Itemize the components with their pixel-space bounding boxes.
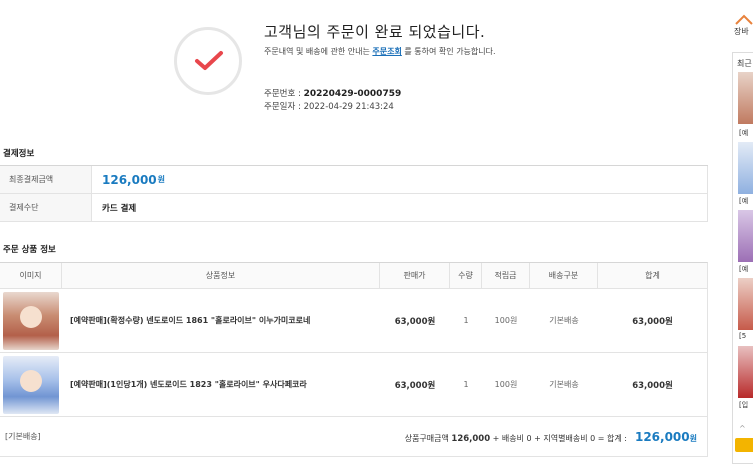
order-complete-check-icon: [174, 27, 242, 95]
product-total: 63,000원: [632, 316, 673, 327]
product-price: 63,000원: [394, 316, 436, 327]
product-thumbnail[interactable]: [3, 355, 59, 414]
recent-product-thumbnail[interactable]: [738, 210, 753, 262]
table-row: [예약판매](확정수량) 넨도로이드 1861 "홀로라이브" 이누가미코로네 …: [0, 289, 707, 353]
header-quantity: 수량: [450, 263, 482, 288]
scroll-up-icon[interactable]: ^: [739, 424, 746, 433]
payment-amount-unit: 원: [157, 175, 166, 184]
recent-product-label[interactable]: [5: [739, 332, 746, 340]
product-points: 100원: [494, 380, 518, 389]
products-section-title: 주문 상품 정보: [3, 245, 56, 255]
header-price: 판매가: [380, 263, 450, 288]
product-thumbnail[interactable]: [3, 291, 59, 350]
grand-total-value: 126,000: [634, 429, 690, 444]
order-notice: 주문내역 및 배송에 관한 안내는 주문조회 를 통하여 확인 가능합니다.: [264, 47, 496, 56]
order-number: 주문번호 : 20220429-0000759: [264, 89, 402, 99]
recent-product-label[interactable]: [입: [739, 400, 748, 410]
products-table-header: 이미지 상품정보 판매가 수량 적립금 배송구분 합계: [0, 263, 707, 289]
order-inquiry-link[interactable]: 주문조회: [372, 47, 401, 56]
product-name-link[interactable]: [예약판매](확정수량) 넨도로이드 1861 "홀로라이브" 이누가미코로네: [62, 289, 380, 352]
products-table-footer: [기본배송] 상품구매금액 126,000 + 배송비 0 + 지역별배송비 0…: [0, 417, 707, 457]
recent-product-label[interactable]: [예: [739, 196, 748, 206]
recent-product-thumbnail[interactable]: [738, 72, 753, 124]
header-total: 합계: [645, 271, 660, 280]
product-shipping: 기본배송: [549, 380, 579, 389]
cart-roof-icon[interactable]: [735, 14, 753, 25]
product-price: 63,000원: [394, 380, 436, 391]
product-quantity: 1: [463, 316, 469, 325]
payment-row-amount: 최종결제금액 126,000 원: [0, 166, 708, 194]
recent-product-thumbnail[interactable]: [738, 346, 753, 398]
payment-section-title: 결제정보: [3, 149, 35, 159]
sidebar-cart-label[interactable]: 장바: [734, 26, 749, 37]
payment-table: 최종결제금액 126,000 원 결제수단 카드 결제: [0, 165, 708, 222]
payment-row-method: 결제수단 카드 결제: [0, 194, 708, 222]
payment-method-label: 결제수단: [0, 194, 92, 221]
recent-product-label[interactable]: [예: [739, 264, 748, 274]
sidebar-cart-button[interactable]: [735, 438, 753, 452]
table-row: [예약판매](1인당1개) 넨도로이드 1823 "홀로라이브" 우사다페코라 …: [0, 353, 707, 417]
order-summary: 상품구매금액 126,000 + 배송비 0 + 지역별배송비 0 = 합계 :…: [404, 429, 697, 444]
product-points: 100원: [494, 316, 518, 325]
header-points: 적립금: [482, 263, 530, 288]
products-table: 이미지 상품정보 판매가 수량 적립금 배송구분 합계 [예약판매](확정수량)…: [0, 262, 708, 457]
shipping-type: [기본배송]: [5, 432, 41, 441]
grand-total-unit: 원: [689, 433, 697, 443]
subtotal-value: 126,000: [451, 433, 491, 444]
header-product-info: 상품정보: [62, 263, 380, 288]
recent-products-label: 최근: [737, 59, 752, 68]
payment-method-value: 카드 결제: [102, 203, 137, 214]
order-date: 주문일자 : 2022-04-29 21:43:24: [264, 102, 394, 112]
product-name-link[interactable]: [예약판매](1인당1개) 넨도로이드 1823 "홀로라이브" 우사다페코라: [62, 353, 380, 416]
product-total: 63,000원: [632, 380, 673, 391]
recent-product-thumbnail[interactable]: [738, 278, 753, 330]
recent-product-thumbnail[interactable]: [738, 142, 753, 194]
quick-sidebar: 장바 최근 [예 [예 [예 [5 [입 ^: [729, 14, 753, 464]
product-quantity: 1: [463, 380, 469, 389]
order-number-value: 20220429-0000759: [303, 89, 402, 99]
page-title: 고객님의 주문이 완료 되었습니다.: [264, 23, 486, 41]
header-shipping: 배송구분: [530, 263, 598, 288]
product-shipping: 기본배송: [549, 316, 579, 325]
order-date-value: 2022-04-29 21:43:24: [303, 102, 394, 112]
recent-product-label[interactable]: [예: [739, 128, 748, 138]
header-image: 이미지: [0, 263, 62, 288]
payment-amount-label: 최종결제금액: [0, 166, 92, 193]
payment-amount-value: 126,000: [102, 172, 157, 187]
